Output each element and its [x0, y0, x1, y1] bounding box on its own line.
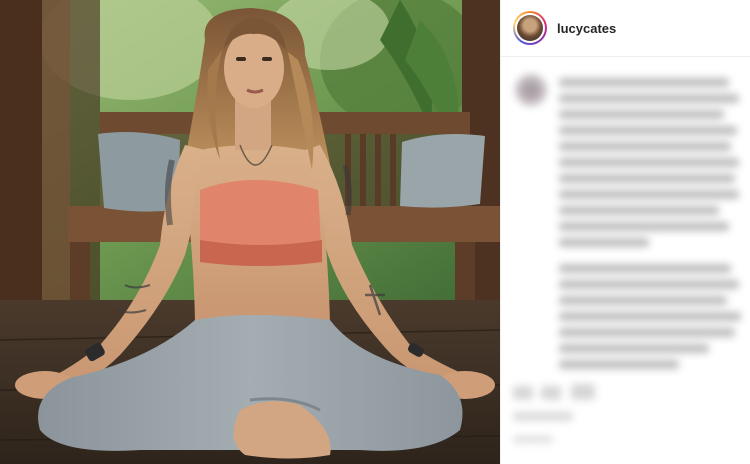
username-link[interactable]: lucycates [557, 21, 616, 36]
caption-line [559, 280, 739, 289]
caption-line [559, 312, 741, 321]
post-side-panel: lucycates [500, 0, 750, 464]
post-header: lucycates [501, 0, 750, 57]
caption-line [559, 328, 735, 337]
caption-line [559, 142, 731, 151]
avatar[interactable] [513, 11, 547, 45]
avatar-frame [515, 13, 545, 43]
commenter-avatar [515, 74, 547, 106]
caption-line [559, 190, 739, 199]
comments-area [501, 58, 750, 464]
avatar-image [517, 15, 543, 41]
caption-line [559, 78, 729, 87]
yoga-photo-illustration [0, 0, 500, 464]
caption-line [559, 158, 739, 167]
caption-line [559, 344, 709, 353]
caption-line [559, 222, 729, 231]
caption-line [559, 126, 737, 135]
caption-line [559, 174, 735, 183]
caption-line [559, 360, 679, 369]
caption-line [559, 94, 739, 103]
post-photo[interactable] [0, 0, 500, 464]
caption-line [559, 296, 727, 305]
caption-line [559, 238, 649, 247]
caption-line [559, 264, 731, 273]
panel-fade [501, 374, 750, 464]
caption-line [559, 206, 719, 215]
caption-line [559, 110, 724, 119]
